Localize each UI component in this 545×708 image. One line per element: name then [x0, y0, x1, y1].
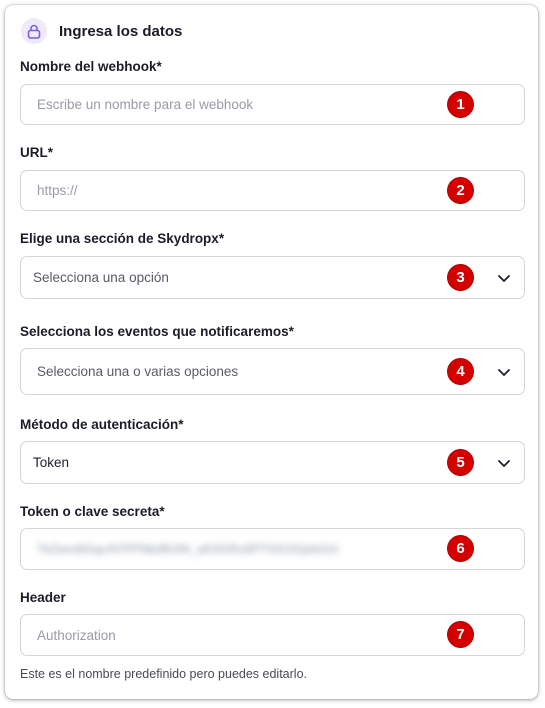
- header-label: Header: [20, 590, 66, 605]
- section-select-placeholder: Selecciona una opción: [33, 270, 169, 285]
- section-label: Elige una sección de Skydropx*: [20, 231, 225, 246]
- webhook-name-label: Nombre del webhook*: [20, 59, 162, 74]
- url-placeholder: https://: [37, 183, 78, 198]
- lock-icon: [21, 18, 47, 44]
- token-label: Token o clave secreta*: [20, 504, 165, 519]
- chevron-down-icon: [498, 369, 510, 376]
- step-marker-6: 6: [448, 536, 473, 561]
- form-title: Ingresa los datos: [59, 22, 183, 40]
- step-marker-7: 7: [448, 622, 473, 647]
- events-label: Selecciona los eventos que notificaremos…: [20, 324, 294, 339]
- step-marker-1: 1: [448, 92, 473, 117]
- step-marker-5: 5: [448, 450, 473, 475]
- auth-method-value: Token: [33, 455, 70, 470]
- events-select-placeholder: Selecciona una o varias opciones: [37, 364, 239, 379]
- chevron-down-icon: [498, 460, 510, 467]
- webhook-form-card: Ingresa los datos Nombre del webhook* Es…: [5, 5, 538, 699]
- step-marker-2: 2: [448, 178, 473, 203]
- header-help-text: Este es el nombre predefinido pero puede…: [20, 667, 307, 681]
- chevron-down-icon: [498, 275, 510, 282]
- header-placeholder: Authorization: [37, 627, 116, 643]
- auth-method-label: Método de autenticación*: [20, 417, 184, 432]
- form-header: Ingresa los datos: [21, 18, 182, 44]
- webhook-name-placeholder: Escribe un nombre para el webhook: [37, 97, 254, 112]
- step-marker-3: 3: [448, 265, 473, 290]
- url-label: URL*: [20, 145, 53, 160]
- token-value-blurred: TkZwvdtGqcAYPPNkd9UNI_aK5GRu5PTG0J2Qek2o…: [37, 542, 339, 556]
- step-marker-4: 4: [448, 359, 473, 384]
